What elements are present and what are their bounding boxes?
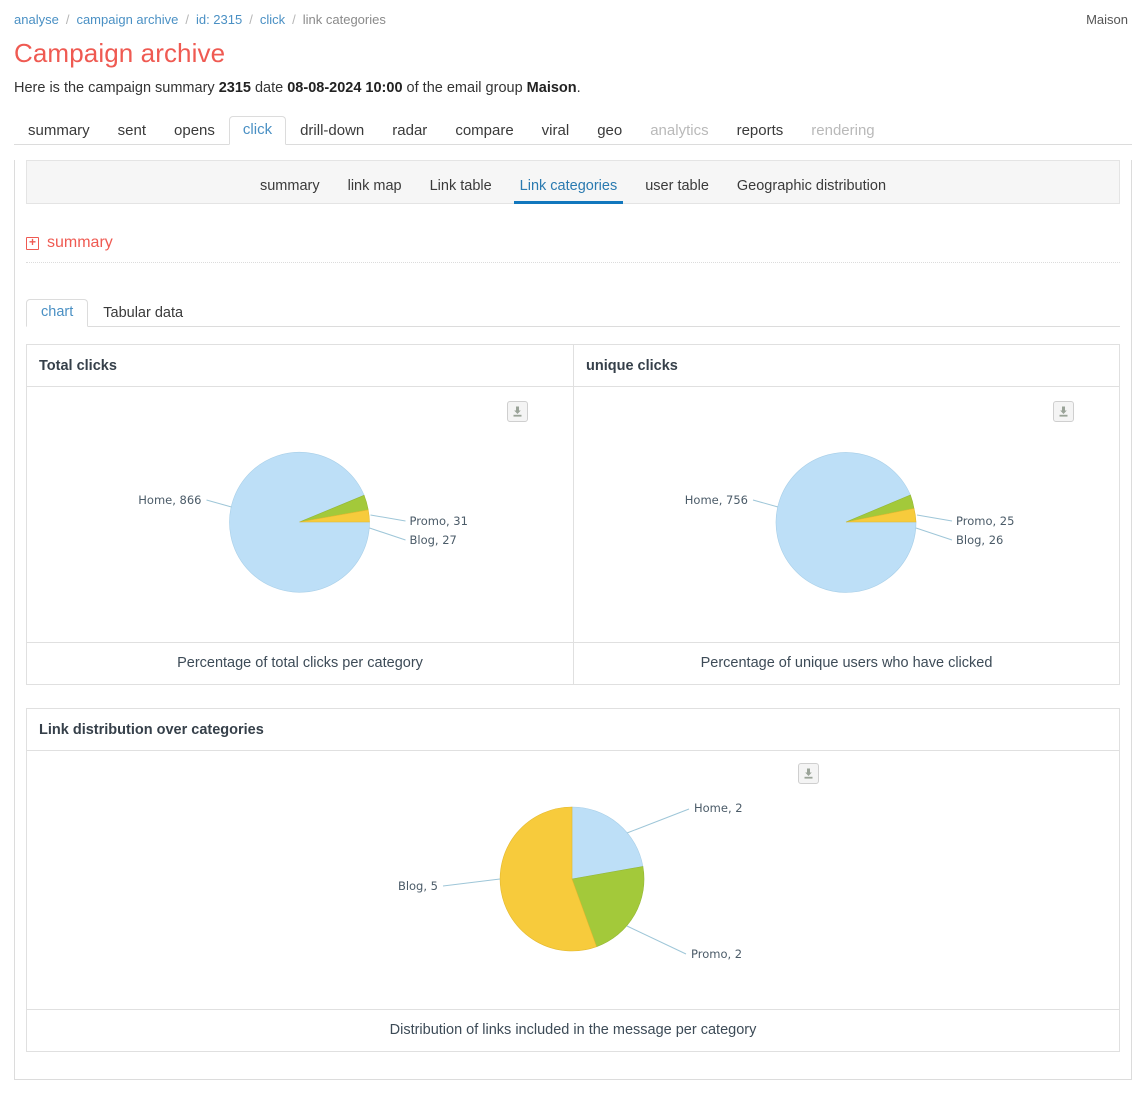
chart-view-tab-bar: chart Tabular data bbox=[26, 295, 1120, 328]
pie-slices bbox=[229, 452, 370, 593]
summary-collapse-row: + summary bbox=[26, 234, 1120, 264]
tab-geo[interactable]: geo bbox=[583, 117, 636, 145]
breadcrumb-separator: / bbox=[185, 12, 189, 27]
pie-chart-unique-clicks: Home, 756 Promo, 25 Blog, 26 bbox=[685, 452, 1014, 594]
pie-label-home: Home, 2 bbox=[694, 801, 743, 815]
tab-sent[interactable]: sent bbox=[104, 117, 160, 145]
tab-radar[interactable]: radar bbox=[378, 117, 441, 145]
breadcrumb: analyse / campaign archive / id: 2315 / … bbox=[14, 12, 386, 27]
subtitle-group-name: Maison bbox=[526, 79, 577, 96]
pie-label-blog: Blog, 26 bbox=[956, 533, 1003, 547]
tab-chart[interactable]: chart bbox=[26, 298, 89, 328]
subtab-link-categories[interactable]: Link categories bbox=[506, 160, 632, 205]
subtitle-campaign-id: 2315 bbox=[218, 79, 251, 96]
pie-slices bbox=[775, 452, 917, 594]
subtab-summary[interactable]: summary bbox=[246, 160, 334, 204]
tab-viral[interactable]: viral bbox=[528, 117, 584, 145]
main-tab-bar: summary sent opens click drill-down rada… bbox=[14, 113, 1132, 146]
card-title: unique clicks bbox=[574, 345, 1119, 388]
card-total-clicks: Total clicks Home, 866 Promo, 31 Blog, 2… bbox=[27, 345, 573, 684]
pie-label-promo: Promo, 2 bbox=[691, 947, 742, 961]
breadcrumb-separator: / bbox=[65, 12, 70, 27]
subtitle-campaign-date: 08-08-2024 10:00 bbox=[287, 79, 403, 96]
tab-compare[interactable]: compare bbox=[441, 117, 527, 145]
card-body: Home, 866 Promo, 31 Blog, 27 bbox=[27, 387, 573, 642]
pie-chart-link-distribution: Home, 2 Promo, 2 Blog, 5 bbox=[398, 801, 743, 961]
subtab-geographic-distribution[interactable]: Geographic distribution bbox=[723, 160, 900, 204]
pie-label-blog: Blog, 5 bbox=[398, 879, 438, 893]
tab-click[interactable]: click bbox=[228, 116, 287, 146]
breadcrumb-item-link-categories: link categories bbox=[302, 12, 386, 27]
card-body: Home, 756 Promo, 25 Blog, 26 bbox=[574, 387, 1119, 642]
card-title: Total clicks bbox=[27, 345, 573, 388]
breadcrumb-item-analyse[interactable]: analyse bbox=[14, 12, 59, 27]
subtitle-mid2: of the email group bbox=[402, 79, 527, 96]
pie-label-home: Home, 866 bbox=[138, 493, 201, 507]
subtab-link-map[interactable]: link map bbox=[334, 160, 416, 204]
card-link-distribution: Link distribution over categories Home, … bbox=[26, 708, 1120, 1053]
wide-chart-block: Link distribution over categories Home, … bbox=[15, 685, 1131, 1053]
pie-label-promo: Promo, 25 bbox=[956, 514, 1014, 528]
page-title: Campaign archive bbox=[14, 38, 226, 68]
pie-slices bbox=[499, 807, 645, 952]
top-bar: analyse / campaign archive / id: 2315 / … bbox=[0, 0, 1146, 27]
chart-area: Total clicks Home, 866 Promo, 31 Blog, 2… bbox=[15, 327, 1131, 686]
card-unique-clicks: unique clicks Home, 756 Promo, 25 Blog, … bbox=[573, 345, 1119, 685]
breadcrumb-item-campaign-archive[interactable]: campaign archive bbox=[76, 12, 178, 27]
download-glyph bbox=[804, 768, 813, 779]
breadcrumb-separator: / bbox=[249, 12, 253, 27]
account-name: Maison bbox=[1086, 12, 1128, 27]
sub-tab-bar: summary link map Link table Link categor… bbox=[26, 160, 1120, 205]
download-glyph bbox=[513, 406, 522, 417]
page-root: analyse / campaign archive / id: 2315 / … bbox=[0, 0, 1146, 1100]
tab-reports[interactable]: reports bbox=[723, 117, 798, 145]
download-glyph bbox=[1059, 406, 1068, 417]
chart-row-top: Total clicks Home, 866 Promo, 31 Blog, 2… bbox=[26, 344, 1120, 686]
tab-analytics: analytics bbox=[650, 122, 709, 140]
click-panel: summary link map Link table Link categor… bbox=[14, 160, 1132, 1081]
breadcrumb-item-click[interactable]: click bbox=[260, 12, 285, 27]
tab-opens[interactable]: opens bbox=[160, 117, 229, 145]
card-body: Home, 2 Promo, 2 Blog, 5 bbox=[27, 751, 1119, 1009]
subtab-user-table[interactable]: user table bbox=[631, 160, 723, 204]
download-icon[interactable] bbox=[1053, 401, 1074, 423]
card-title: Link distribution over categories bbox=[27, 709, 1119, 752]
plus-box-icon[interactable]: + bbox=[26, 236, 39, 250]
tab-tabular-data[interactable]: Tabular data bbox=[88, 300, 198, 328]
subtab-link-table[interactable]: Link table bbox=[416, 160, 506, 204]
tab-rendering: rendering bbox=[811, 122, 875, 140]
pie-label-promo: Promo, 31 bbox=[410, 514, 468, 528]
card-caption: Percentage of unique users who have clic… bbox=[574, 642, 1119, 684]
slice-home bbox=[775, 452, 917, 594]
breadcrumb-item-id[interactable]: id: 2315 bbox=[196, 12, 242, 27]
breadcrumb-separator: / bbox=[292, 12, 296, 27]
page-subtitle: Here is the campaign summary 2315 date 0… bbox=[14, 79, 1132, 98]
pie-label-home: Home, 756 bbox=[685, 493, 748, 507]
download-icon[interactable] bbox=[507, 401, 528, 423]
subtitle-mid: date bbox=[250, 79, 288, 96]
tab-summary[interactable]: summary bbox=[14, 117, 104, 145]
pie-label-blog: Blog, 27 bbox=[410, 533, 457, 547]
card-caption: Distribution of links included in the me… bbox=[27, 1009, 1119, 1051]
card-caption: Percentage of total clicks per category bbox=[27, 642, 573, 684]
tab-drill-down[interactable]: drill-down bbox=[286, 117, 378, 145]
subtitle-prefix: Here is the campaign summary bbox=[14, 79, 219, 96]
download-icon[interactable] bbox=[798, 763, 819, 785]
pie-chart-total-clicks: Home, 866 Promo, 31 Blog, 27 bbox=[138, 452, 468, 593]
subtitle-suffix: . bbox=[576, 79, 581, 96]
page-header: Campaign archive Here is the campaign su… bbox=[0, 27, 1146, 97]
summary-toggle-label[interactable]: summary bbox=[47, 234, 113, 252]
